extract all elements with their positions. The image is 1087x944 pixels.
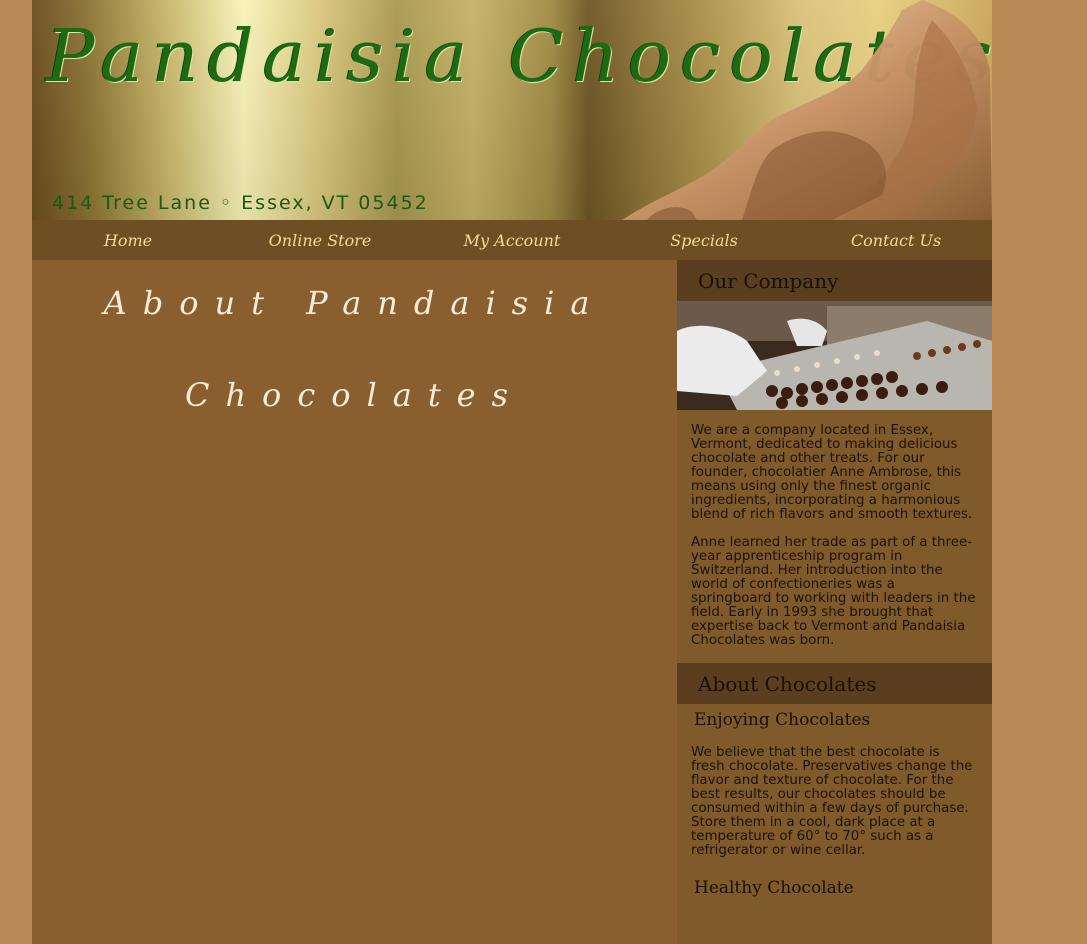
nav-my-account[interactable]: My Account: [416, 220, 608, 260]
site-header: Pandaisia Chocolates 414 Tree Lane ◦ Ess…: [32, 0, 992, 220]
our-company-paragraph-2: Anne learned her trade as part of a thre…: [691, 535, 976, 648]
enjoying-chocolates-text: We believe that the best chocolate is fr…: [691, 745, 973, 858]
statue-image: [622, 0, 992, 220]
nav-home[interactable]: Home: [32, 220, 224, 260]
page-title-line1: About Pandaisia: [103, 284, 606, 322]
main-nav: Home Online Store My Account Specials Co…: [32, 220, 992, 260]
our-company-heading: Our Company: [677, 260, 992, 301]
nav-contact-us[interactable]: Contact Us: [800, 220, 992, 260]
page-title-line2: Chocolates: [184, 376, 525, 414]
sidebar: Our Company We are a company located in …: [677, 260, 992, 944]
our-company-paragraph-1: We are a company located in Essex, Vermo…: [691, 423, 973, 522]
healthy-chocolate-heading: Healthy Chocolate: [694, 878, 854, 898]
enjoying-chocolates-heading: Enjoying Chocolates: [694, 710, 871, 730]
about-chocolates-heading: About Chocolates: [677, 663, 992, 704]
chocolate-making-photo: [677, 301, 992, 410]
page: Pandaisia Chocolates 414 Tree Lane ◦ Ess…: [32, 0, 992, 944]
nav-online-store[interactable]: Online Store: [224, 220, 416, 260]
address-text: 414 Tree Lane ◦ Essex, VT 05452: [52, 192, 429, 214]
nav-specials[interactable]: Specials: [608, 220, 800, 260]
